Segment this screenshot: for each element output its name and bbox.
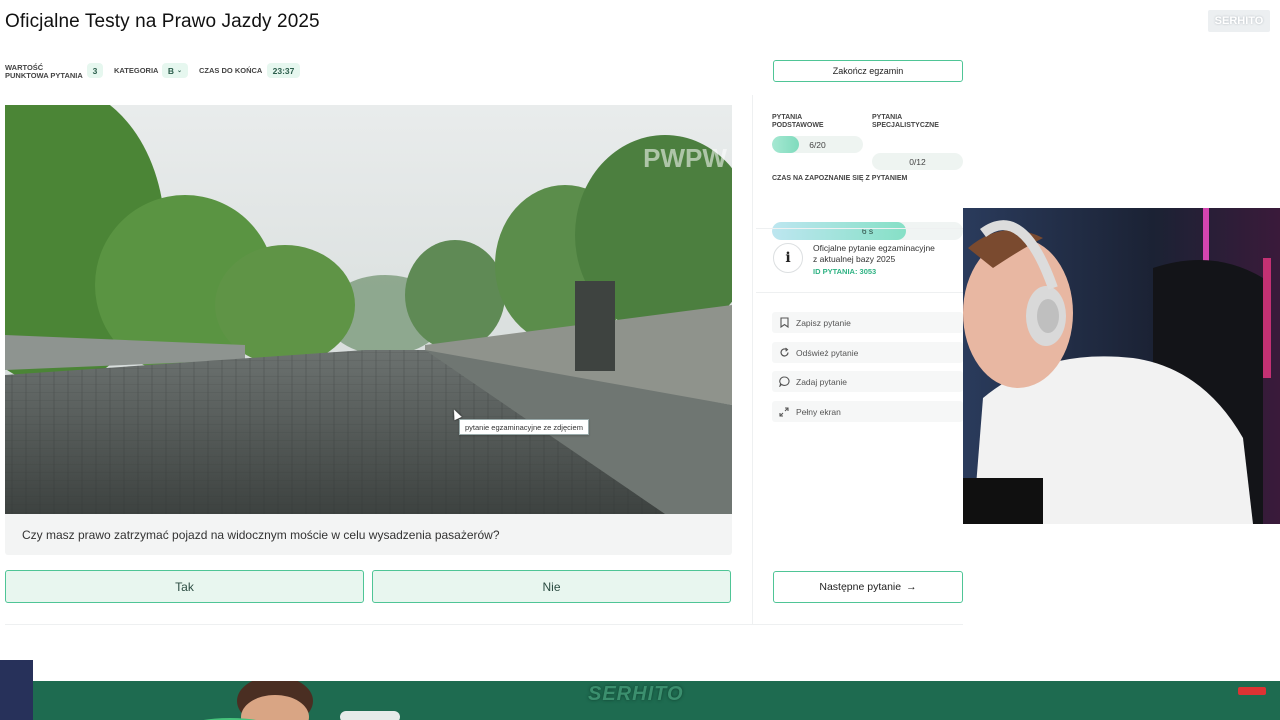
category-select[interactable]: B ⌄: [162, 63, 188, 78]
refresh-icon: [772, 347, 796, 358]
reading-time-label: CZAS NA ZAPOZNANIE SIĘ Z PYTANIEM: [772, 175, 908, 182]
special-label-line1: PYTANIA: [872, 114, 903, 121]
divider: [756, 228, 963, 229]
special-progress-text: 0/12: [909, 156, 926, 167]
basic-label-line1: PYTANIA: [772, 114, 803, 121]
page-title: Oficjalne Testy na Prawo Jazdy 2025: [5, 11, 320, 32]
next-question-label: Następne pytanie: [819, 581, 902, 593]
banner-logo: SERHITO: [588, 683, 684, 705]
arrow-right-icon: →: [906, 581, 917, 593]
image-tooltip: pytanie egzaminacyjne ze zdjęciem: [459, 419, 589, 435]
refresh-question-button[interactable]: Odśwież pytanie: [772, 342, 963, 363]
ask-question-button[interactable]: Zadaj pytanie: [772, 371, 963, 392]
refresh-question-label: Odśwież pytanie: [796, 347, 859, 358]
bookmark-icon: [772, 317, 796, 328]
info-line-2: z aktualnej bazy 2025: [813, 254, 896, 264]
points-value: 3: [87, 63, 103, 78]
ask-question-label: Zadaj pytanie: [796, 376, 848, 387]
points-stat: WARTOŚĆ PUNKTOWA PYTANIA: [5, 64, 83, 80]
watermark-text: PWPW: [643, 143, 727, 173]
basic-questions-label: PYTANIA PODSTAWOWE: [772, 114, 824, 130]
answer-no-button[interactable]: Nie: [372, 570, 731, 603]
special-questions-label: PYTANIA SPECJALISTYCZNE: [872, 114, 939, 130]
basic-label-line2: PODSTAWOWE: [772, 122, 824, 129]
points-label-line2: PUNKTOWA PYTANIA: [5, 71, 83, 80]
special-label-line2: SPECJALISTYCZNE: [872, 122, 939, 129]
side-thumbnail: [0, 660, 33, 720]
webcam-overlay: [963, 208, 1280, 524]
panel-divider: [752, 95, 753, 625]
time-remaining: 23:37: [267, 63, 300, 78]
category-label: KATEGORIA: [114, 66, 159, 75]
time-label: CZAS DO KOŃCA: [199, 66, 263, 75]
reading-time-bar: 6 s: [772, 222, 963, 240]
end-exam-button[interactable]: Zakończ egzamin: [773, 60, 963, 82]
answer-yes-button[interactable]: Tak: [5, 570, 364, 603]
channel-logo: SERHITO: [1208, 10, 1270, 32]
fullscreen-label: Pełny ekran: [796, 406, 841, 417]
info-icon: i: [773, 243, 803, 273]
save-question-label: Zapisz pytanie: [796, 317, 851, 328]
question-image: PWPW: [5, 105, 732, 514]
info-line-1: Oficjalne pytanie egzaminacyjne: [813, 243, 935, 253]
basic-progress-text: 6/20: [809, 139, 826, 150]
basic-questions-progress: 6/20: [772, 136, 863, 153]
question-id: ID PYTANIA: 3053: [813, 267, 877, 276]
divider: [5, 624, 963, 625]
save-question-button[interactable]: Zapisz pytanie: [772, 312, 963, 333]
special-questions-progress: 0/12: [872, 153, 963, 170]
divider: [756, 292, 963, 293]
reading-time-value: 6 s: [861, 226, 874, 236]
category-value: B: [167, 65, 175, 76]
expand-icon: [772, 406, 796, 417]
next-question-button[interactable]: Następne pytanie →: [773, 571, 963, 603]
chevron-down-icon: ⌄: [177, 68, 183, 74]
question-text: Czy masz prawo zatrzymać pojazd na widoc…: [5, 514, 732, 555]
info-text: Oficjalne pytanie egzaminacyjne z aktual…: [813, 243, 935, 265]
fullscreen-button[interactable]: Pełny ekran: [772, 401, 963, 422]
chat-icon: [772, 376, 796, 387]
